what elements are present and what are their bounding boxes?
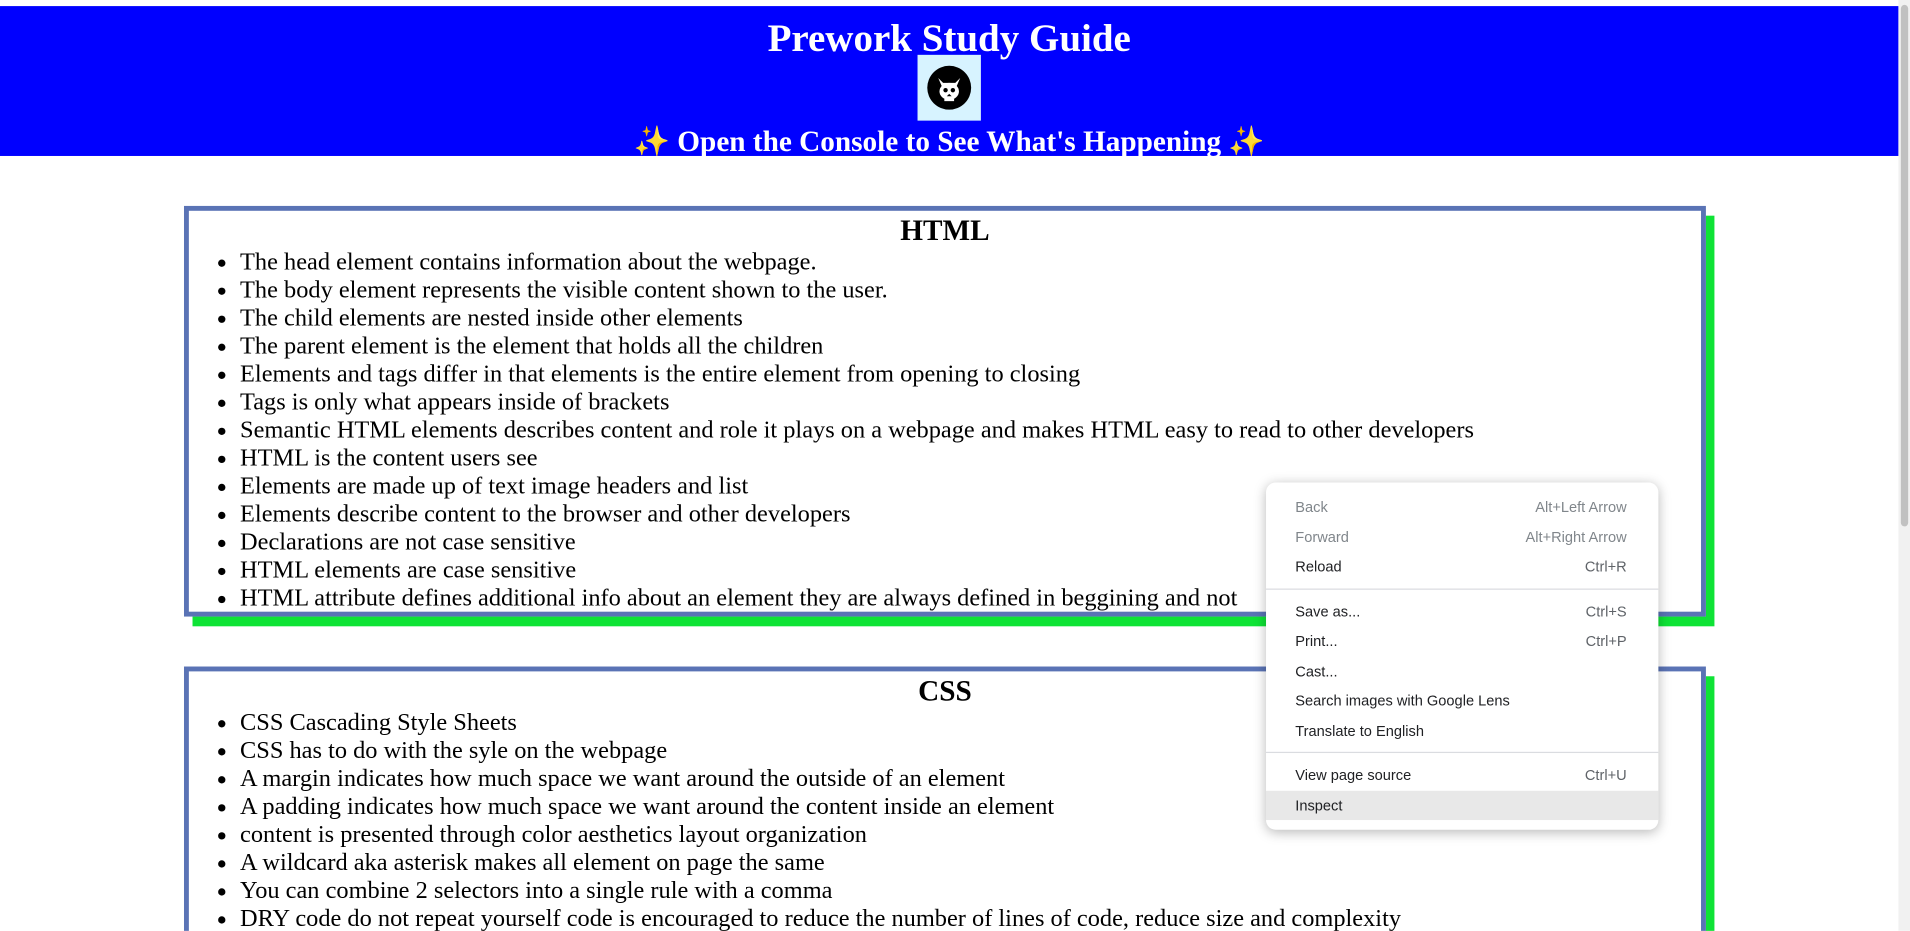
menu-item-reload[interactable]: Reload Ctrl+R — [1266, 552, 1658, 581]
menu-separator — [1266, 588, 1659, 590]
menu-item-label: Search images with Google Lens — [1295, 692, 1510, 710]
menu-separator — [1266, 751, 1659, 754]
menu-item-label: Cast... — [1295, 662, 1338, 680]
console-hint: ✨ Open the Console to See What's Happeni… — [633, 126, 1265, 159]
page-header: Prework Study Guide ✨ Open the Console t… — [0, 6, 1899, 158]
menu-item-view-source[interactable]: View page source Ctrl+U — [1266, 760, 1658, 789]
menu-item-shortcut: Alt+Right Arrow — [1525, 528, 1627, 546]
menu-item-shortcut: Ctrl+R — [1584, 558, 1627, 576]
cat-skull-icon — [927, 65, 972, 110]
vertical-scrollbar[interactable] — [1898, 0, 1910, 931]
menu-item-cast[interactable]: Cast... — [1266, 657, 1658, 686]
list-item: Elements and tags differ in that element… — [240, 361, 1701, 389]
menu-item-label: View page source — [1295, 766, 1412, 784]
menu-item-shortcut: Alt+Left Arrow — [1535, 498, 1627, 516]
menu-item-save-as[interactable]: Save as... Ctrl+S — [1266, 597, 1658, 626]
menu-item-label: Inspect — [1295, 796, 1343, 814]
list-item: The child elements are nested inside oth… — [240, 305, 1701, 333]
menu-item-back[interactable]: Back Alt+Left Arrow — [1266, 492, 1658, 521]
list-item: You can combine 2 selectors into a singl… — [240, 877, 1701, 905]
menu-item-label: Print... — [1295, 632, 1338, 650]
list-item: A wildcard aka asterisk makes all elemen… — [240, 849, 1701, 877]
section-title: HTML — [900, 215, 990, 248]
menu-item-shortcut: Ctrl+S — [1585, 603, 1627, 621]
list-item: Tags is only what appears inside of brac… — [240, 389, 1701, 417]
menu-item-label: Reload — [1295, 558, 1342, 576]
logo — [917, 54, 981, 121]
list-item: The parent element is the element that h… — [240, 333, 1701, 361]
menu-item-forward[interactable]: Forward Alt+Right Arrow — [1266, 523, 1658, 552]
list-item: The body element represents the visible … — [240, 277, 1701, 305]
scrollbar-thumb[interactable] — [1900, 4, 1909, 527]
menu-item-print[interactable]: Print... Ctrl+P — [1266, 626, 1658, 655]
list-item: DRY code do not repeat yourself code is … — [240, 905, 1701, 931]
menu-item-label: Save as... — [1295, 603, 1361, 621]
menu-item-label: Translate to English — [1295, 722, 1424, 740]
menu-item-label: Back — [1295, 498, 1328, 516]
menu-item-label: Forward — [1295, 528, 1349, 546]
menu-item-shortcut: Ctrl+U — [1584, 766, 1627, 784]
menu-item-shortcut: Ctrl+P — [1585, 632, 1627, 650]
list-item: Semantic HTML elements describes content… — [240, 417, 1701, 445]
menu-item-inspect[interactable]: Inspect — [1266, 790, 1659, 821]
page: Prework Study Guide ✨ Open the Console t… — [0, 0, 1910, 931]
list-item: The head element contains information ab… — [240, 249, 1701, 277]
menu-item-google-lens[interactable]: Search images with Google Lens — [1266, 686, 1658, 715]
context-menu: Back Alt+Left Arrow Forward Alt+Right Ar… — [1266, 482, 1659, 830]
menu-item-translate[interactable]: Translate to English — [1266, 716, 1658, 745]
list-item: HTML is the content users see — [240, 445, 1701, 473]
